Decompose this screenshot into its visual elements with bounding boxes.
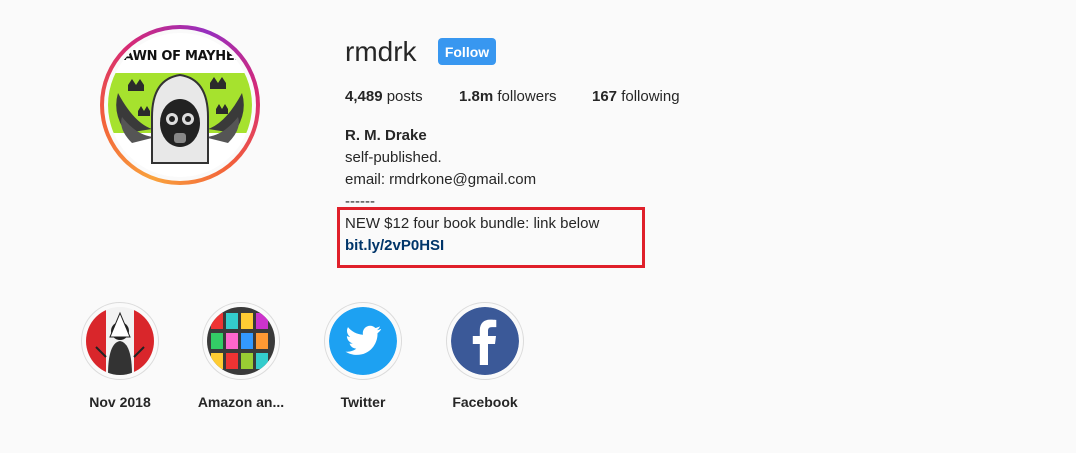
following-stat[interactable]: 167 following — [592, 88, 680, 106]
highlight-cover-photo-grid — [207, 307, 275, 375]
followers-label: followers — [497, 88, 557, 105]
highlight-ring — [81, 302, 159, 380]
avatar-ring-gap: DAWN OF MAYHEM — [104, 29, 256, 181]
twitter-bird-icon — [329, 307, 397, 375]
story-highlight[interactable]: Nov 2018 — [65, 302, 175, 410]
profile-username: rmdrk — [345, 36, 417, 67]
highlight-ring — [202, 302, 280, 380]
story-highlight[interactable]: Facebook — [430, 302, 540, 410]
bio-line: self-published. — [345, 149, 442, 166]
story-highlight[interactable]: Twitter — [308, 302, 418, 410]
posts-label: posts — [386, 88, 423, 105]
annotation-highlight-box — [337, 207, 645, 268]
following-label: following — [621, 88, 680, 105]
posts-stat: 4,489 posts — [345, 88, 423, 106]
follow-button[interactable]: Follow — [438, 38, 496, 65]
highlight-ring — [324, 302, 402, 380]
highlight-label: Amazon an... — [197, 394, 285, 410]
profile-avatar[interactable]: DAWN OF MAYHEM — [108, 33, 252, 177]
highlight-cover-photo — [86, 307, 154, 375]
following-count: 167 — [592, 88, 618, 105]
highlight-ring — [446, 302, 524, 380]
bio-email-line: email: rmdrkone@gmail.com — [345, 171, 537, 188]
highlight-label: Nov 2018 — [89, 394, 151, 410]
followers-count: 1.8m — [459, 88, 494, 105]
profile-avatar-story-ring[interactable]: DAWN OF MAYHEM — [100, 25, 260, 185]
followers-stat[interactable]: 1.8m followers — [459, 88, 557, 106]
facebook-f-icon — [451, 307, 519, 375]
highlight-label: Facebook — [452, 394, 518, 410]
avatar-title-text: DAWN OF MAYHEM — [112, 49, 248, 64]
profile-full-name: R. M. Drake — [345, 127, 427, 144]
story-highlight[interactable]: Amazon an... — [186, 302, 296, 410]
highlight-label: Twitter — [340, 394, 386, 410]
posts-count: 4,489 — [345, 88, 383, 105]
